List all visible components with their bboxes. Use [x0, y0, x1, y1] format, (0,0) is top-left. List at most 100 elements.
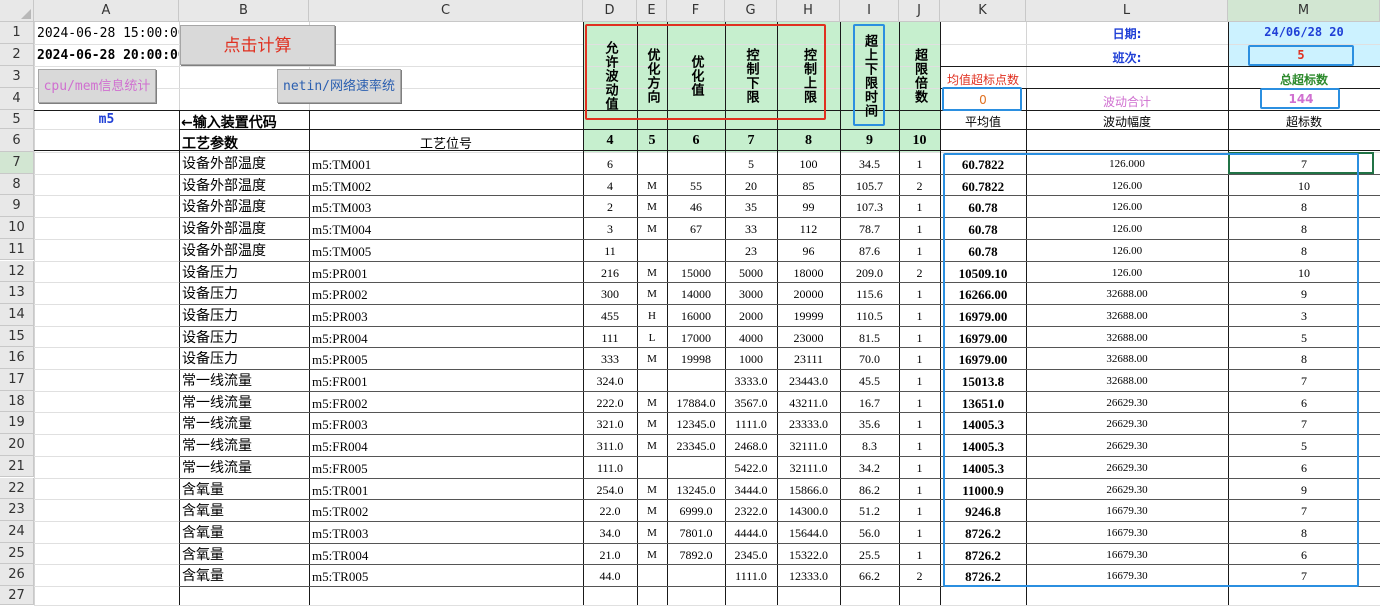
row-header-4[interactable]: 4	[0, 88, 34, 110]
row-header-21[interactable]: 21	[0, 455, 34, 478]
cell-param[interactable]: 设备外部温度	[182, 243, 306, 261]
cell-f[interactable]	[670, 243, 722, 261]
row-header-13[interactable]: 13	[0, 282, 34, 304]
row-header-25[interactable]: 25	[0, 542, 34, 565]
cell-j[interactable]: 2	[902, 178, 937, 196]
cell-e[interactable]	[640, 373, 664, 391]
cell-h[interactable]: 43211.0	[780, 395, 837, 413]
cell-tag[interactable]: m5:PR003	[312, 308, 580, 326]
cell-h[interactable]: 19999	[780, 308, 837, 326]
cell-e[interactable]: L	[640, 330, 664, 348]
cell-i[interactable]: 34.5	[843, 156, 896, 174]
row-header-27[interactable]: 27	[0, 586, 34, 605]
cell-f[interactable]: 55	[670, 178, 722, 196]
cell-param[interactable]: 常一线流量	[182, 438, 306, 456]
column-header-j[interactable]: J	[899, 0, 940, 22]
cell-h[interactable]: 15644.0	[780, 525, 837, 543]
cell-h[interactable]: 14300.0	[780, 503, 837, 521]
cell-d[interactable]: 111.0	[586, 460, 634, 478]
cell-i[interactable]: 70.0	[843, 351, 896, 369]
cell-tag[interactable]: m5:TM002	[312, 178, 580, 196]
row-header-7[interactable]: 7	[0, 152, 34, 174]
row-header-3[interactable]: 3	[0, 66, 34, 88]
cell-d[interactable]: 111	[586, 330, 634, 348]
cell-h[interactable]: 18000	[780, 265, 837, 283]
cell-e[interactable]: M	[640, 438, 664, 456]
row-header-1[interactable]: 1	[0, 22, 34, 44]
cell-f[interactable]: 67	[670, 221, 722, 239]
cell-j[interactable]: 1	[902, 525, 937, 543]
column-header-f[interactable]: F	[667, 0, 725, 22]
cell-tag[interactable]: m5:FR005	[312, 460, 580, 478]
date-value[interactable]: 24/06/28 20	[1228, 25, 1380, 39]
cell-tag[interactable]: m5:TR005	[312, 568, 580, 586]
cell-e[interactable]	[640, 156, 664, 174]
row-header-26[interactable]: 26	[0, 564, 34, 586]
cell-param[interactable]: 含氧量	[182, 547, 306, 565]
cell-i[interactable]: 209.0	[843, 265, 896, 283]
cell-f[interactable]: 12345.0	[670, 416, 722, 434]
cell-tag[interactable]: m5:FR001	[312, 373, 580, 391]
row-header-11[interactable]: 11	[0, 238, 34, 261]
cell-j[interactable]: 2	[902, 265, 937, 283]
cell-param[interactable]: 含氧量	[182, 525, 306, 543]
cell-param[interactable]: 设备压力	[182, 265, 306, 283]
cell-j[interactable]: 1	[902, 373, 937, 391]
cell-g[interactable]: 5422.0	[728, 460, 774, 478]
cell-j[interactable]: 1	[902, 482, 937, 500]
cell-d[interactable]: 321.0	[586, 416, 634, 434]
cell-i[interactable]: 66.2	[843, 568, 896, 586]
cell-e[interactable]: M	[640, 482, 664, 500]
select-all-corner[interactable]	[0, 0, 34, 22]
cell-tag[interactable]: m5:PR002	[312, 286, 580, 304]
row-header-22[interactable]: 22	[0, 477, 34, 500]
cell-h[interactable]: 15322.0	[780, 547, 837, 565]
cell-param[interactable]: 设备压力	[182, 286, 306, 304]
cell-h[interactable]: 96	[780, 243, 837, 261]
cell-f[interactable]: 17884.0	[670, 395, 722, 413]
cell-e[interactable]: M	[640, 221, 664, 239]
cell-f[interactable]	[670, 156, 722, 174]
cell-g[interactable]: 3567.0	[728, 395, 774, 413]
cell-d[interactable]: 254.0	[586, 482, 634, 500]
cell-e[interactable]: M	[640, 286, 664, 304]
cell-g[interactable]: 4000	[728, 330, 774, 348]
cell-f[interactable]: 14000	[670, 286, 722, 304]
total-exceed-value[interactable]: 144	[1228, 92, 1374, 106]
cell-tag[interactable]: m5:FR004	[312, 438, 580, 456]
row-header-16[interactable]: 16	[0, 347, 34, 369]
cell-i[interactable]: 35.6	[843, 416, 896, 434]
row-header-20[interactable]: 20	[0, 434, 34, 456]
cell-i[interactable]: 110.5	[843, 308, 896, 326]
cell-param[interactable]: 设备外部温度	[182, 221, 306, 239]
cell-param[interactable]: 设备压力	[182, 330, 306, 348]
cell-f[interactable]: 23345.0	[670, 438, 722, 456]
cell-param[interactable]: 常一线流量	[182, 460, 306, 478]
cell-e[interactable]: M	[640, 395, 664, 413]
cell-j[interactable]: 1	[902, 308, 937, 326]
cell-j[interactable]: 1	[902, 438, 937, 456]
cell-j[interactable]: 1	[902, 243, 937, 261]
cell-h[interactable]: 23333.0	[780, 416, 837, 434]
cell-i[interactable]: 51.2	[843, 503, 896, 521]
cell-i[interactable]: 105.7	[843, 178, 896, 196]
cell-d[interactable]: 44.0	[586, 568, 634, 586]
cell-e[interactable]: M	[640, 178, 664, 196]
cell-param[interactable]: 设备外部温度	[182, 156, 306, 174]
cell-e[interactable]	[640, 460, 664, 478]
cell-h[interactable]: 20000	[780, 286, 837, 304]
row-header-14[interactable]: 14	[0, 303, 34, 326]
cell-param[interactable]: 设备外部温度	[182, 199, 306, 217]
cell-h[interactable]: 23443.0	[780, 373, 837, 391]
column-header-a[interactable]: A	[34, 0, 179, 22]
cell-i[interactable]: 81.5	[843, 330, 896, 348]
cell-j[interactable]: 1	[902, 503, 937, 521]
cell-tag[interactable]: m5:TR001	[312, 482, 580, 500]
cell-j[interactable]: 1	[902, 351, 937, 369]
cell-j[interactable]: 1	[902, 221, 937, 239]
cell-i[interactable]: 56.0	[843, 525, 896, 543]
cell-tag[interactable]: m5:TM001	[312, 156, 580, 174]
cell-f[interactable]: 16000	[670, 308, 722, 326]
row-header-8[interactable]: 8	[0, 173, 34, 196]
cell-d[interactable]: 311.0	[586, 438, 634, 456]
